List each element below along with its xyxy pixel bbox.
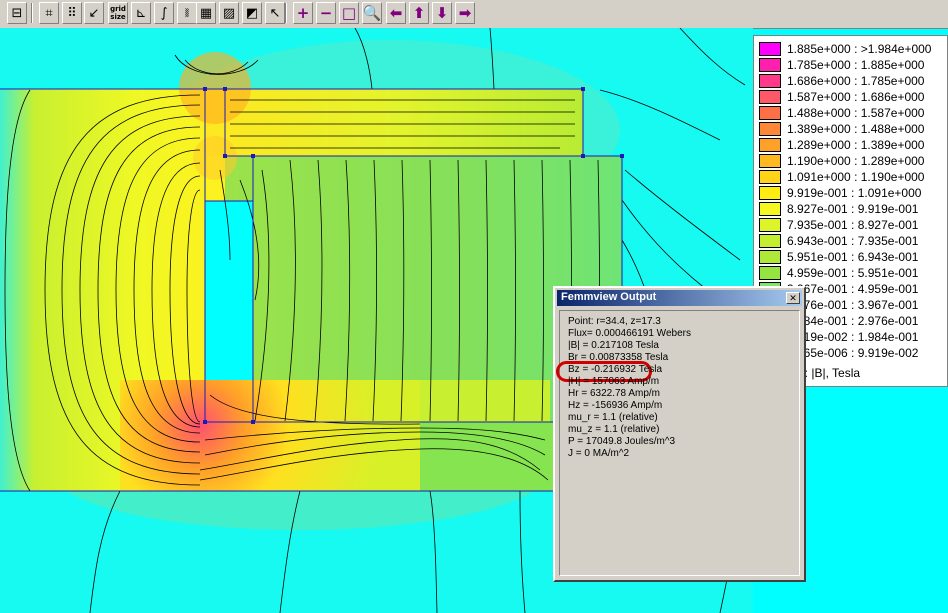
set-grid-button[interactable]: ↙ (84, 2, 104, 24)
output-line: J = 0 MA/m^2 (568, 448, 630, 459)
output-line: Bz = -0.216932 Tesla (568, 364, 663, 375)
legend-row: 5.951e-001 : 6.943e-001 (759, 249, 918, 265)
line-integral-button[interactable]: ⧚ (177, 2, 197, 24)
legend-label: 1.190e+000 : 1.289e+000 (787, 154, 925, 168)
legend-row: 1.686e+000 : 1.785e+000 (759, 73, 924, 89)
output-window-title: Femmview Output (561, 291, 657, 303)
legend-label: 1.984e-001 : 2.976e-001 (787, 314, 919, 328)
legend-label: 5.951e-001 : 6.943e-001 (787, 250, 919, 264)
legend-label: 1.885e+000 : >1.984e+000 (787, 42, 932, 56)
legend-label: 1.289e+000 : 1.389e+000 (787, 138, 925, 152)
legend-label: 8.927e-001 : 9.919e-001 (787, 202, 919, 216)
legend-label: 1.587e+000 : 1.686e+000 (787, 90, 925, 104)
select-pointer-button[interactable]: ↖ (265, 2, 285, 24)
legend-row: 1.587e+000 : 1.686e+000 (759, 89, 924, 105)
legend-label: 1.389e+000 : 1.488e+000 (787, 122, 925, 136)
snap-grid-button[interactable]: ⌗ (39, 2, 59, 24)
output-line: Flux= 0.000466191 Webers (568, 328, 691, 339)
legend-swatch (759, 74, 781, 88)
output-text-area[interactable]: Point: r=34.4, z=17.3 Flux= 0.000466191 W… (556, 310, 800, 576)
legend-label: 1.091e+000 : 1.190e+000 (787, 170, 925, 184)
pan-left-button[interactable]: ⬅ (386, 2, 406, 24)
output-line: |B| = 0.217108 Tesla (568, 340, 659, 351)
close-icon[interactable]: ✕ (786, 292, 800, 304)
legend-swatch (759, 186, 781, 200)
legend-row: 1.885e+000 : >1.984e+000 (759, 41, 931, 57)
legend-swatch (759, 106, 781, 120)
legend-label: 1.785e+000 : 1.885e+000 (787, 58, 925, 72)
show-grid-button[interactable]: ⠿ (62, 2, 82, 24)
legend-row: 1.785e+000 : 1.885e+000 (759, 57, 924, 73)
plot-x-y-button[interactable]: ⊾ (131, 2, 151, 24)
legend-swatch (759, 218, 781, 232)
output-line: Br = 0.00873358 Tesla (568, 352, 669, 363)
output-line: mu_r = 1.1 (relative) (568, 412, 658, 423)
legend-row: 1.488e+000 : 1.587e+000 (759, 105, 924, 121)
legend-swatch (759, 170, 781, 184)
legend-swatch (759, 122, 781, 136)
contour-mode-button[interactable]: ▨ (219, 2, 239, 24)
output-line: mu_z = 1.1 (relative) (568, 424, 660, 435)
legend-swatch (759, 90, 781, 104)
legend-swatch (759, 154, 781, 168)
legend-swatch (759, 58, 781, 72)
pan-right-button[interactable]: ➡ (455, 2, 475, 24)
legend-label: 2.976e-001 : 3.967e-001 (787, 298, 919, 312)
legend-label: 1.165e-006 : 9.919e-002 (787, 346, 919, 360)
zoom-out-button[interactable]: − (316, 2, 336, 24)
output-line: Point: r=34.4, z=17.3 (568, 316, 661, 327)
point-mode-button[interactable]: ▦ (196, 2, 216, 24)
legend-label: 1.488e+000 : 1.587e+000 (787, 106, 925, 120)
legend-row: 4.959e-001 : 5.951e-001 (759, 265, 918, 281)
legend-swatch (759, 250, 781, 264)
femmview-output-window[interactable]: Femmview Output ✕ Point: r=34.4, z=17.3 F… (553, 286, 806, 582)
grid-size-button[interactable]: grid size (108, 2, 128, 24)
output-line: |H| = 157063 Amp/m (568, 376, 660, 387)
legend-row: 7.935e-001 : 8.927e-001 (759, 217, 918, 233)
legend-label: 4.959e-001 : 5.951e-001 (787, 266, 919, 280)
zoom-natural-button[interactable]: □ (339, 2, 359, 24)
zoom-window-button[interactable]: 🔍 (362, 2, 382, 24)
integrate-button[interactable]: ∫ (154, 2, 174, 24)
output-line: Hz = -156936 Amp/m (568, 400, 663, 411)
legend-swatch (759, 234, 781, 248)
toolbar: ⊟ ⌗ ⠿ ↙ grid size ⊾ ∫ ⧚ ▦ ▨ ◩ ↖ + − □ 🔍 ⬅ ⬆ ⬇ ➡ (0, 0, 948, 29)
legend-row: 1.389e+000 : 1.488e+000 (759, 121, 924, 137)
toolbar-separator (285, 3, 287, 23)
legend-row: 1.190e+000 : 1.289e+000 (759, 153, 924, 169)
legend-swatch (759, 202, 781, 216)
legend-row: 8.927e-001 : 9.919e-001 (759, 201, 918, 217)
toolbar-separator (31, 3, 33, 23)
legend-swatch (759, 42, 781, 56)
legend-label: 1.686e+000 : 1.785e+000 (787, 74, 925, 88)
zoom-in-button[interactable]: + (293, 2, 313, 24)
pan-up-button[interactable]: ⬆ (409, 2, 429, 24)
legend-label: 9.919e-002 : 1.984e-001 (787, 330, 919, 344)
legend-row: 1.289e+000 : 1.389e+000 (759, 137, 924, 153)
legend-label: 3.967e-001 : 4.959e-001 (787, 282, 919, 296)
legend-row: 6.943e-001 : 7.935e-001 (759, 233, 918, 249)
legend-row: 1.091e+000 : 1.190e+000 (759, 169, 924, 185)
legend-swatch (759, 266, 781, 280)
output-line: P = 17049.8 Joules/m^3 (568, 436, 676, 447)
output-line: Hr = 6322.78 Amp/m (568, 388, 660, 399)
area-mode-button[interactable]: ◩ (242, 2, 262, 24)
legend-label: 6.943e-001 : 7.935e-001 (787, 234, 919, 248)
legend-row: 9.919e-001 : 1.091e+000 (759, 185, 921, 201)
legend-swatch (759, 138, 781, 152)
output-window-titlebar[interactable]: Femmview Output ✕ (557, 290, 802, 306)
show-mesh-button[interactable]: ⊟ (7, 2, 27, 24)
legend-label: 7.935e-001 : 8.927e-001 (787, 218, 919, 232)
pan-down-button[interactable]: ⬇ (432, 2, 452, 24)
legend-label: 9.919e-001 : 1.091e+000 (787, 186, 922, 200)
